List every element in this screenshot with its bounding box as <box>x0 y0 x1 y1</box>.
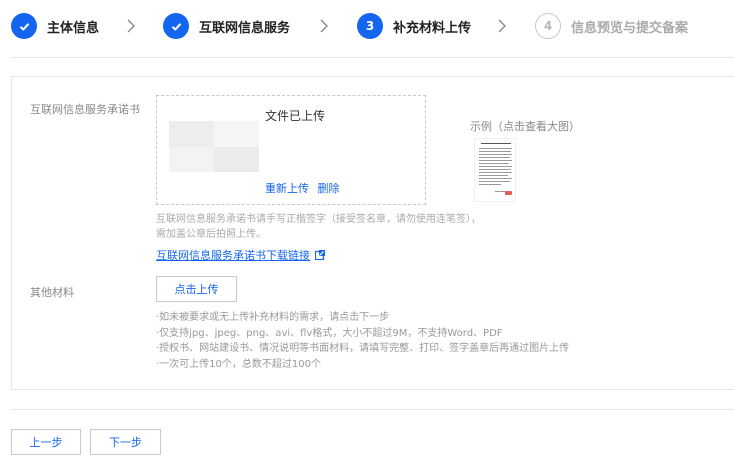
step-3-number: 3 <box>357 13 383 39</box>
commitment-hint: 互联网信息服务承诺书请手写正楷签字（接受签名章，请勿使用连笔签）， 需加盖公章后… <box>156 214 481 240</box>
rule-item: ·一次可上传10个，总数不超过100个 <box>156 358 321 370</box>
chevron-right-icon <box>122 17 140 35</box>
rule-item: ·仅支持jpg、jpeg、png、avi、flv格式，大小不超过9M，不支持Wo… <box>156 327 503 339</box>
commitment-label: 互联网信息服务承诺书 <box>30 103 140 116</box>
upload-status: 文件已上传 <box>265 109 326 123</box>
step-3: 3 补充材料上传 <box>357 12 471 40</box>
divider <box>11 409 734 410</box>
upload-actions: 重新上传 删除 <box>265 180 345 196</box>
delete-link[interactable]: 删除 <box>318 182 340 195</box>
chevron-right-icon <box>493 17 511 35</box>
other-materials-label: 其他材料 <box>30 286 74 299</box>
step-1: 主体信息 <box>11 12 99 40</box>
divider <box>11 57 734 58</box>
step-4: 4 信息预览与提交备案 <box>535 12 688 40</box>
check-icon <box>163 13 189 39</box>
upload-rules: ·如未被要求或无上传补充材料的需求，请点击下一步 ·仅支持jpg、jpeg、pn… <box>156 310 569 372</box>
step-4-label: 信息预览与提交备案 <box>571 20 689 36</box>
step-3-label: 补充材料上传 <box>393 20 472 36</box>
rule-item: ·如未被要求或无上传补充材料的需求，请点击下一步 <box>156 312 390 323</box>
download-link[interactable]: 互联网信息服务承诺书下载链接 <box>156 247 325 263</box>
check-icon <box>11 13 37 39</box>
next-step-button[interactable]: 下一步 <box>90 429 161 455</box>
example-label: 示例（点击查看大图） <box>470 120 580 133</box>
upload-button[interactable]: 点击上传 <box>156 276 237 302</box>
step-1-label: 主体信息 <box>47 20 100 36</box>
rule-item: ·授权书、网站建设书、情况说明等书面材料，请填写完整、打印、签字盖章后再通过图片… <box>156 343 570 354</box>
uploaded-file-thumbnail <box>169 121 259 172</box>
step-bar: 主体信息 互联网信息服务 3 补充材料上传 4 信息预览与提交备案 <box>0 0 734 52</box>
prev-step-button[interactable]: 上一步 <box>11 429 81 455</box>
step-4-number: 4 <box>535 13 561 39</box>
example-document-image[interactable] <box>474 138 516 202</box>
commitment-upload-box[interactable]: 文件已上传 重新上传 删除 <box>156 95 426 205</box>
external-link-icon <box>315 250 325 260</box>
reupload-link[interactable]: 重新上传 <box>265 182 309 195</box>
chevron-right-icon <box>315 17 333 35</box>
step-2: 互联网信息服务 <box>163 12 290 40</box>
step-2-label: 互联网信息服务 <box>199 20 291 36</box>
